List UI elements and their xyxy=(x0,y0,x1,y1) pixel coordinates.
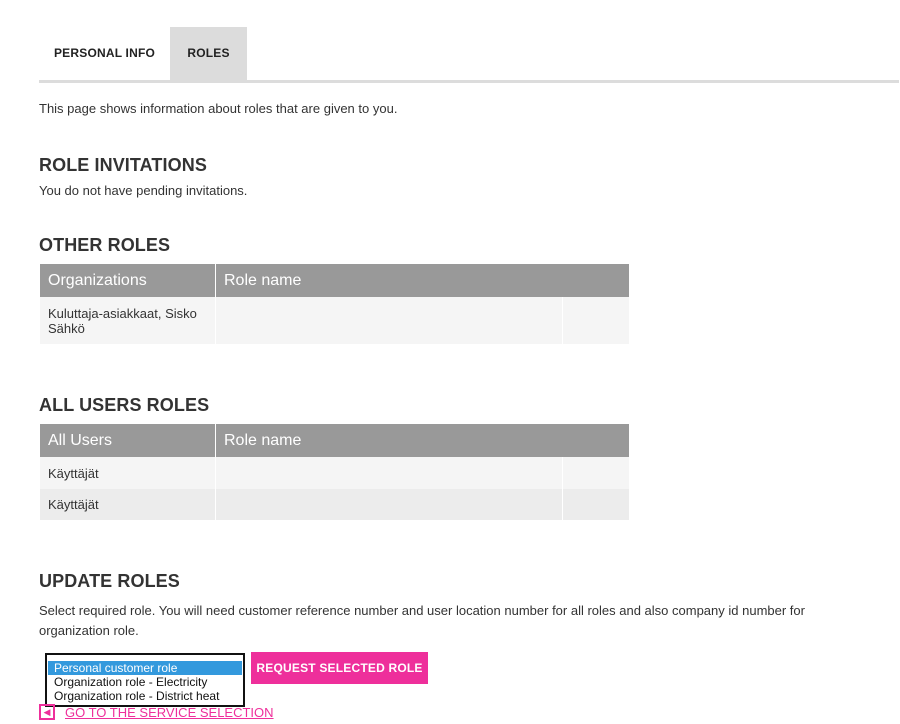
other-roles-table: Organizations Role name Kuluttaja-asiakk… xyxy=(40,264,629,344)
chevron-left-icon: ◀ xyxy=(39,704,55,720)
tab-bar: PERSONAL INFO ROLES xyxy=(39,27,899,81)
tab-underline xyxy=(39,80,899,83)
intro-text: This page shows information about roles … xyxy=(39,101,398,116)
other-roles-heading: OTHER ROLES xyxy=(39,235,171,255)
column-header-all-users: All Users xyxy=(40,424,216,457)
cell-role-name xyxy=(216,297,563,344)
service-selection-link[interactable]: ◀ GO TO THE SERVICE SELECTION xyxy=(39,703,274,721)
update-roles-description: Select required role. You will need cust… xyxy=(39,603,805,638)
service-selection-label: GO TO THE SERVICE SELECTION xyxy=(65,704,274,720)
role-option-electricity[interactable]: Organization role - Electricity xyxy=(47,675,243,689)
table-row: Käyttäjät xyxy=(40,457,629,489)
all-users-roles-table: All Users Role name Käyttäjät Käyttäjät xyxy=(40,424,629,520)
role-option-district-heat[interactable]: Organization role - District heat xyxy=(47,689,243,703)
role-invitations-heading: ROLE INVITATIONS xyxy=(39,155,207,175)
cell-empty xyxy=(563,457,629,489)
tab-roles[interactable]: ROLES xyxy=(170,27,247,80)
table-row: Käyttäjät xyxy=(40,489,629,520)
column-header-role-name: Role name xyxy=(224,432,302,449)
update-roles-heading: UPDATE ROLES xyxy=(39,571,180,591)
table-row: Kuluttaja-asiakkaat, Sisko Sähkö xyxy=(40,297,629,344)
cell-user: Käyttäjät xyxy=(40,457,216,489)
role-select-listbox[interactable]: Personal customer role Organization role… xyxy=(45,653,245,707)
table-header: Organizations Role name xyxy=(40,264,629,297)
cell-role-name xyxy=(216,489,563,520)
cell-organization: Kuluttaja-asiakkaat, Sisko Sähkö xyxy=(40,297,216,344)
all-users-roles-heading: ALL USERS ROLES xyxy=(39,395,210,415)
tab-personal-info[interactable]: PERSONAL INFO xyxy=(39,27,170,80)
table-header: All Users Role name xyxy=(40,424,629,457)
cell-empty xyxy=(563,489,629,520)
cell-empty xyxy=(563,297,629,344)
cell-role-name xyxy=(216,457,563,489)
cell-user: Käyttäjät xyxy=(40,489,216,520)
role-invitations-message: You do not have pending invitations. xyxy=(39,183,248,198)
column-header-organizations: Organizations xyxy=(40,264,216,297)
column-header-role-name: Role name xyxy=(224,272,302,289)
request-selected-role-button[interactable]: REQUEST SELECTED ROLE xyxy=(251,652,428,684)
role-option-personal[interactable]: Personal customer role xyxy=(48,661,242,675)
